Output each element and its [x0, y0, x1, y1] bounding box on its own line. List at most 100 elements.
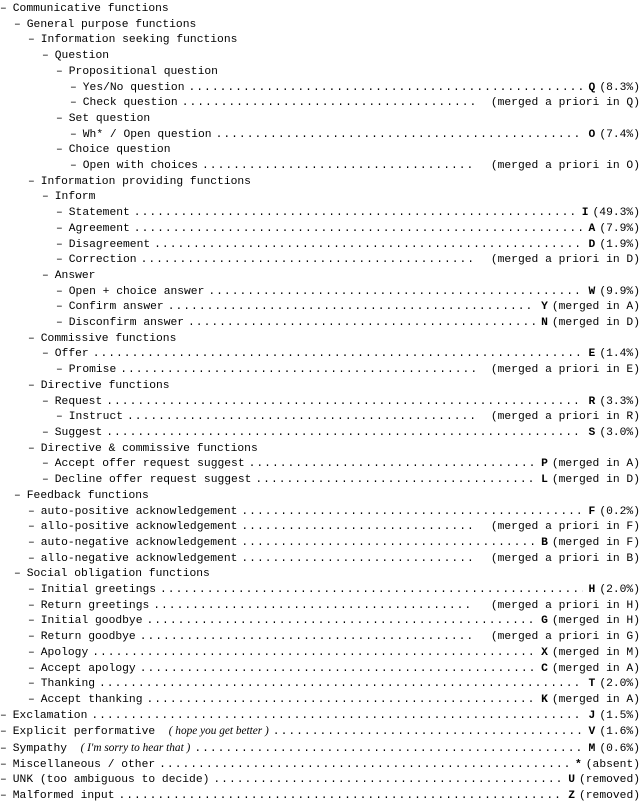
tree-node: –Open + choice answerW(9.9%): [56, 285, 640, 301]
bullet-icon: –: [0, 709, 13, 725]
node-tag: K: [536, 693, 548, 709]
tree-node: –Yes/No questionQ(8.3%): [70, 81, 640, 97]
leader-dots: [237, 520, 474, 536]
bullet-icon: –: [56, 143, 69, 159]
bullet-icon: –: [0, 742, 13, 758]
tree-node: –Open with choices(merged a priori in O): [70, 159, 640, 175]
tree-row: –Directive functions: [28, 379, 640, 395]
node-tag: C: [536, 662, 548, 678]
leader-dots: [237, 536, 535, 552]
node-label: Initial goodbye: [41, 614, 143, 630]
node-annotation: (7.9%): [595, 222, 640, 238]
bullet-icon: –: [28, 583, 41, 599]
bullet-icon: –: [28, 175, 41, 191]
tree-row: –General purpose functions: [14, 18, 640, 34]
tree-node: –AgreementA(7.9%): [56, 222, 640, 238]
node-label: Accept offer request suggest: [55, 457, 245, 473]
leader-dots: [137, 253, 475, 269]
tree-node: –Inform–StatementI(49.3%)–AgreementA(7.9…: [42, 190, 640, 269]
leader-dots: [212, 128, 584, 144]
leader-dots: [204, 285, 583, 301]
bullet-icon: –: [28, 677, 41, 693]
node-label: Feedback functions: [27, 489, 149, 505]
tree-node: –General purpose functions–Information s…: [14, 18, 640, 489]
leader-dots: [237, 552, 474, 568]
node-label: Decline offer request suggest: [55, 473, 252, 489]
tree-node: –Information seeking functions–Question–…: [28, 33, 640, 174]
tree-row: –Miscellaneous / other*(absent): [0, 758, 640, 774]
node-tag: A: [583, 222, 595, 238]
node-label: Social obligation functions: [27, 567, 210, 583]
node-label: Directive functions: [41, 379, 170, 395]
leader-dots: [245, 457, 536, 473]
node-label: Answer: [55, 269, 96, 285]
bullet-icon: –: [42, 457, 55, 473]
node-label: Malformed input: [13, 789, 115, 805]
bullet-icon: –: [42, 49, 55, 65]
tree-row: –Accept apologyC(merged in A): [28, 662, 640, 678]
bullet-icon: –: [42, 347, 55, 363]
node-label: Return goodbye: [41, 630, 136, 646]
tree-node: –Sympathy ( I'm sorry to hear that )M(0.…: [0, 741, 640, 758]
node-annotation: (3.0%): [595, 426, 640, 442]
bullet-icon: –: [0, 2, 13, 18]
node-tag: D: [583, 238, 595, 254]
leader-dots: [116, 363, 475, 379]
node-annotation: (7.4%): [595, 128, 640, 144]
node-annotation: (removed): [575, 773, 640, 789]
bullet-icon: –: [56, 300, 69, 316]
leader-dots: [251, 473, 535, 489]
node-tag: M: [583, 742, 595, 758]
node-label: UNK (too ambiguous to decide): [13, 773, 210, 789]
bullet-icon: –: [42, 473, 55, 489]
bullet-icon: –: [70, 128, 83, 144]
tree-node: –Propositional question–Yes/No questionQ…: [56, 65, 640, 112]
tree-row: –Check question(merged a priori in Q): [70, 96, 640, 112]
tree-node: –ApologyX(merged in M): [28, 646, 640, 662]
node-annotation: (merged a priori in E): [487, 363, 640, 379]
tree-node: –Initial greetingsH(2.0%): [28, 583, 640, 599]
taxonomy-tree: –Communicative functions–General purpose…: [0, 2, 640, 805]
node-tag: V: [583, 725, 595, 741]
tree-node: –Directive functions–RequestR(3.3%)–Inst…: [28, 379, 640, 442]
tree-node: –StatementI(49.3%): [56, 206, 640, 222]
node-label: Communicative functions: [13, 2, 169, 18]
node-tag: R: [583, 395, 595, 411]
tree-row: –Information seeking functions: [28, 33, 640, 49]
node-label: Wh* / Open question: [83, 128, 212, 144]
tree-row: –Confirm answerY(merged in A): [56, 300, 640, 316]
node-annotation: (merged in F): [548, 536, 640, 552]
tree-node: –ExclamationJ(1.5%): [0, 709, 640, 725]
tree-row: –Open + choice answerW(9.9%): [56, 285, 640, 301]
tree-row: –Return goodbye(merged a priori in G): [28, 630, 640, 646]
node-example: ( hope you get better ): [169, 724, 269, 740]
node-label: Agreement: [69, 222, 130, 238]
node-annotation: (merged a priori in H): [487, 599, 640, 615]
node-label: Check question: [83, 96, 178, 112]
tree-node: –Explicit performative ( hope you get be…: [0, 724, 640, 741]
node-label: Question: [55, 49, 109, 65]
tree-node: –DisagreementD(1.9%): [56, 238, 640, 254]
tree-row: –Instruct(merged a priori in R): [56, 410, 640, 426]
node-label: Thanking: [41, 677, 95, 693]
leader-dots: [136, 630, 475, 646]
node-label: Promise: [69, 363, 116, 379]
node-label: Yes/No question: [83, 81, 185, 97]
leader-dots: [150, 238, 583, 254]
tree-row: –Return greetings(merged a priori in H): [28, 599, 640, 615]
tree-row: –Answer: [42, 269, 640, 285]
tree-row: –DisagreementD(1.9%): [56, 238, 640, 254]
bullet-icon: –: [28, 646, 41, 662]
bullet-icon: –: [28, 599, 41, 615]
tree-node: –SuggestS(3.0%): [42, 426, 640, 442]
node-label: Disagreement: [69, 238, 150, 254]
tree-row: –Explicit performative ( hope you get be…: [0, 724, 640, 741]
node-label: Miscellaneous / other: [13, 758, 155, 774]
bullet-icon: –: [14, 567, 27, 583]
node-annotation: (1.4%): [595, 347, 640, 363]
node-annotation: (merged a priori in R): [487, 410, 640, 426]
leader-dots: [155, 758, 570, 774]
bullet-icon: –: [28, 520, 41, 536]
tree-node: –Accept apologyC(merged in A): [28, 662, 640, 678]
bullet-icon: –: [28, 630, 41, 646]
